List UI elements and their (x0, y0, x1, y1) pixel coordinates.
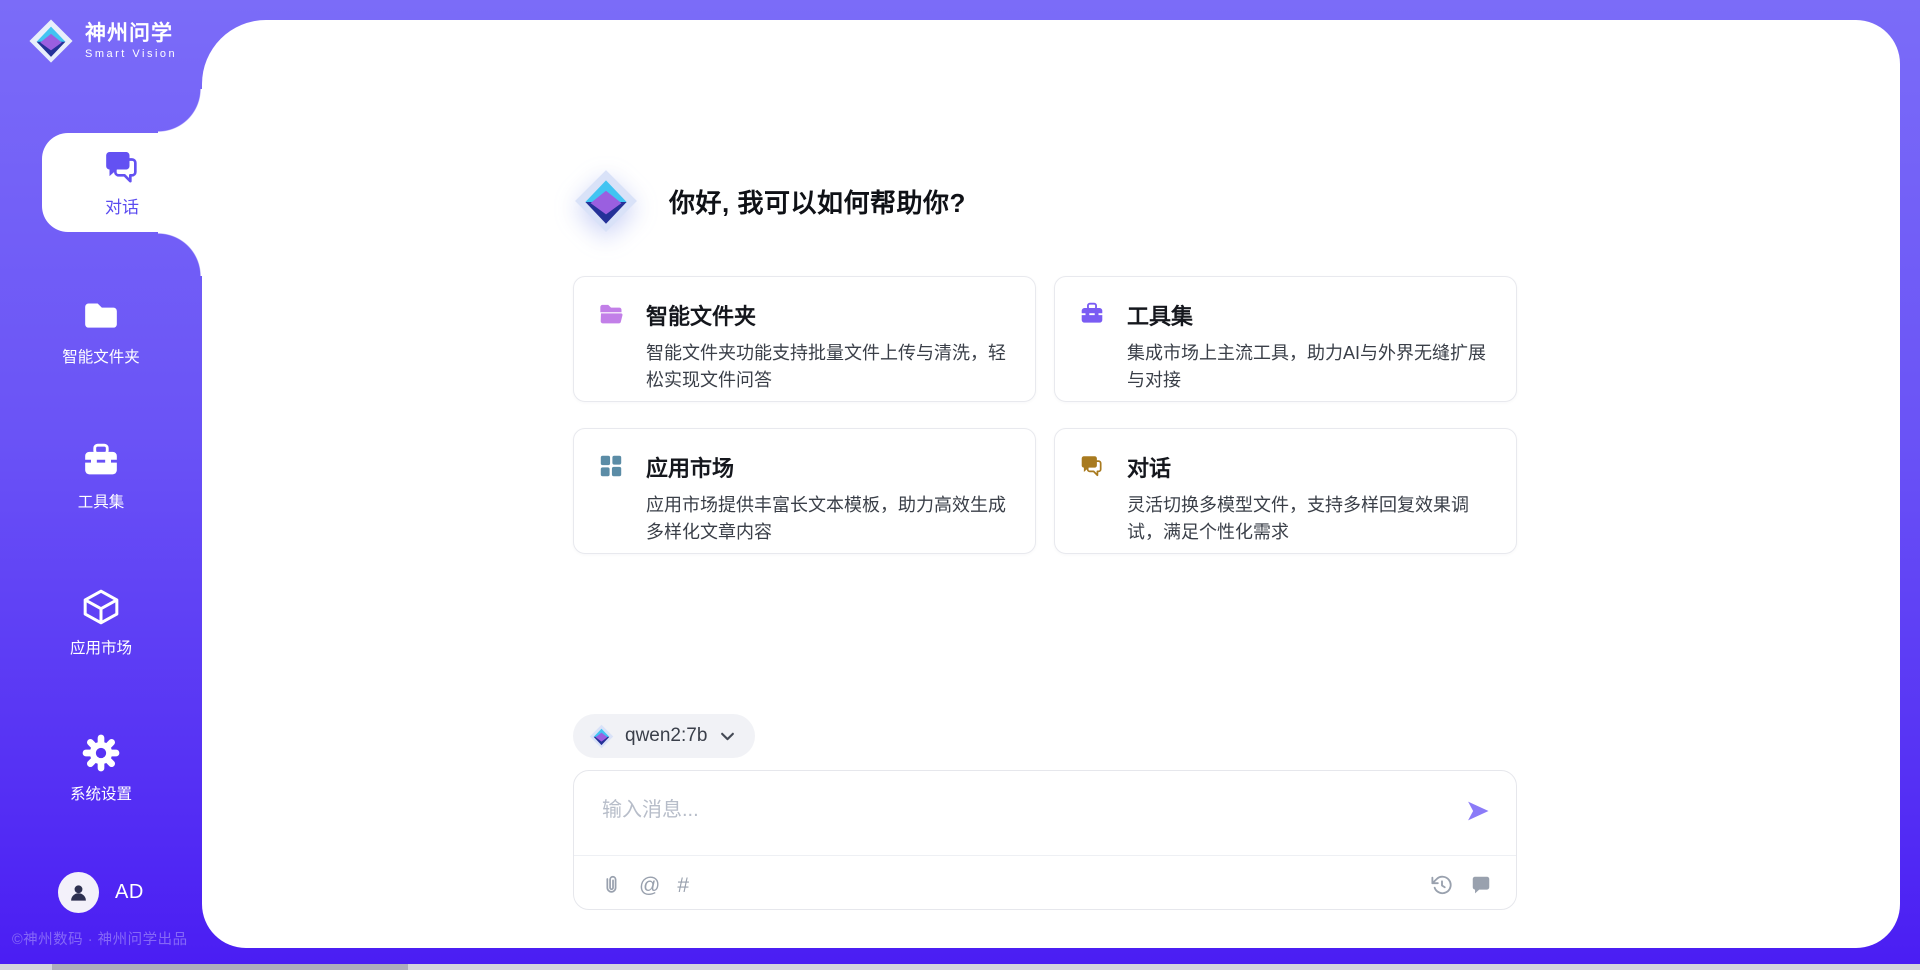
gear-icon (81, 733, 121, 773)
model-diamond-icon (589, 724, 614, 749)
main-content: 你好, 我可以如何帮助你? 智能文件夹 智能文件夹功能支持批量文件上传与清洗，轻… (573, 20, 1517, 910)
topic-button[interactable]: # (677, 875, 689, 896)
brand-logo: 神州问学 Smart Vision (28, 18, 177, 64)
card-title: 对话 (1127, 451, 1492, 483)
composer-toolbar: @ # (600, 867, 1492, 903)
sidebar-item-chat[interactable]: 对话 (42, 133, 202, 232)
hash-icon: # (677, 875, 689, 896)
brand-subtitle: Smart Vision (85, 48, 177, 60)
sidebar-item-toolset[interactable]: 工具集 (0, 441, 202, 512)
card-title: 工具集 (1127, 299, 1492, 331)
folder-open-icon (598, 301, 624, 327)
brand-diamond-icon (28, 18, 74, 64)
quick-message-button[interactable] (1470, 874, 1492, 896)
feature-card-app-market[interactable]: 应用市场 应用市场提供丰富长文本模板，助力高效生成多样化文章内容 (573, 428, 1036, 554)
sidebar-item-smart-folder[interactable]: 智能文件夹 (0, 296, 202, 367)
sidebar-item-settings[interactable]: 系统设置 (0, 733, 202, 804)
tab-fillet-top (158, 89, 202, 133)
history-button[interactable] (1431, 874, 1453, 896)
main-panel: 你好, 我可以如何帮助你? 智能文件夹 智能文件夹功能支持批量文件上传与清洗，轻… (202, 20, 1900, 948)
composer-divider (574, 855, 1516, 856)
paperclip-icon (600, 874, 622, 896)
feature-cards: 智能文件夹 智能文件夹功能支持批量文件上传与清洗，轻松实现文件问答 工具集 (573, 276, 1517, 554)
card-description: 灵活切换多模型文件，支持多样回复效果调试，满足个性化需求 (1127, 492, 1492, 546)
app-background: 神州问学 Smart Vision 对话 智能文件夹 (0, 0, 1920, 970)
card-description: 集成市场上主流工具，助力AI与外界无缝扩展与对接 (1127, 340, 1492, 394)
message-icon (1470, 874, 1492, 896)
sidebar-item-label: 对话 (105, 193, 139, 218)
card-description: 应用市场提供丰富长文本模板，助力高效生成多样化文章内容 (646, 492, 1011, 546)
card-description: 智能文件夹功能支持批量文件上传与清洗，轻松实现文件问答 (646, 340, 1011, 394)
brand-name: 神州问学 (85, 22, 177, 46)
chevron-down-icon (720, 731, 735, 742)
scrollbar-thumb[interactable] (52, 964, 408, 970)
model-name: qwen2:7b (625, 725, 707, 747)
chat-bubbles-icon (102, 147, 142, 187)
tab-fillet-bottom (158, 232, 202, 276)
send-button[interactable] (1464, 797, 1492, 825)
composer: @ # (573, 770, 1517, 910)
grid-icon (598, 453, 624, 479)
attach-button[interactable] (600, 874, 622, 896)
feature-card-toolset[interactable]: 工具集 集成市场上主流工具，助力AI与外界无缝扩展与对接 (1054, 276, 1517, 402)
mention-button[interactable]: @ (639, 875, 660, 896)
toolbox-icon (1079, 301, 1105, 327)
greeting-row: 你好, 我可以如何帮助你? (573, 166, 1517, 236)
card-title: 应用市场 (646, 451, 1011, 483)
at-icon: @ (639, 875, 660, 896)
horizontal-scrollbar[interactable] (0, 964, 1920, 970)
sidebar-item-label: 应用市场 (70, 636, 132, 658)
avatar (58, 872, 99, 913)
feature-card-chat[interactable]: 对话 灵活切换多模型文件，支持多样回复效果调试，满足个性化需求 (1054, 428, 1517, 554)
send-icon (1464, 797, 1492, 825)
folder-icon (81, 296, 121, 336)
feature-card-smart-folder[interactable]: 智能文件夹 智能文件夹功能支持批量文件上传与清洗，轻松实现文件问答 (573, 276, 1036, 402)
assistant-diamond-icon (573, 168, 639, 234)
cube-icon (81, 587, 121, 627)
card-title: 智能文件夹 (646, 299, 1011, 331)
sidebar-item-app-market[interactable]: 应用市场 (0, 587, 202, 658)
sidebar-item-label: 系统设置 (70, 782, 132, 804)
user-profile[interactable]: AD (58, 872, 144, 913)
message-input[interactable] (602, 793, 1422, 849)
sidebar-footer: ©神州数码 · 神州问学出品 (12, 928, 188, 949)
history-icon (1431, 874, 1453, 896)
toolbox-icon (81, 441, 121, 481)
page-title: 你好, 我可以如何帮助你? (669, 183, 966, 220)
person-icon (67, 881, 90, 904)
sidebar-item-label: 智能文件夹 (62, 345, 140, 367)
user-name: AD (115, 881, 144, 904)
model-selector[interactable]: qwen2:7b (573, 714, 755, 758)
chat-bubbles-icon (1079, 453, 1105, 479)
sidebar-item-label: 工具集 (78, 490, 125, 512)
